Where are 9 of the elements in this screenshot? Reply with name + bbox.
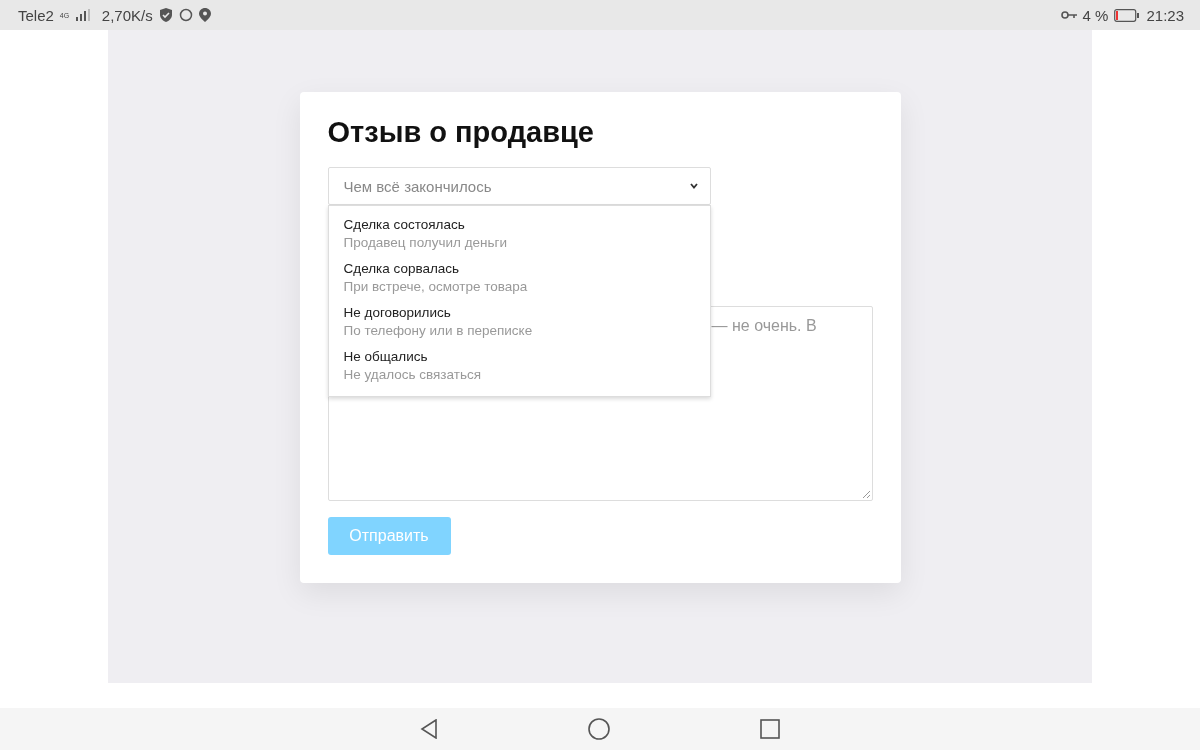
option-hint: По телефону или в переписке [343, 323, 534, 338]
clock-time: 21:23 [1146, 6, 1184, 24]
network-speed: 2,70K/s [101, 6, 153, 24]
option-hint: Продавец получил деньги [343, 235, 508, 250]
card-title: Отзыв о продавце [327, 116, 595, 149]
battery-percent: 4 % [1082, 6, 1109, 24]
carrier-name: Tele2 [18, 6, 54, 24]
option-hint: При встрече, осмотре товара [343, 279, 529, 294]
option-hint: Не удалось связаться [343, 367, 483, 382]
